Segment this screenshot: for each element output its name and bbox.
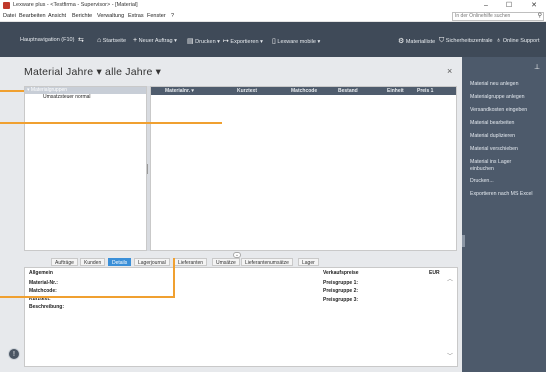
label-materialnr: Material-Nr.: [29,280,58,286]
online-support-label: Online Support [502,38,540,44]
column-materialnr[interactable]: Materialnr. ▾ [165,88,194,94]
start-page-button[interactable]: ⌂ Startseite [97,37,126,44]
security-center-button[interactable]: ⛉ Sicherheitszentrale [439,37,493,45]
window-title: Lexware plus - <Testfirma - Supervisor> … [13,2,138,8]
info-icon[interactable]: ! [8,348,20,360]
tab-umsaetze[interactable]: Umsätze [212,258,240,266]
material-group-tree: ▾ Materialgruppen Umsatzsteuer normal [24,86,147,251]
tab-lager[interactable]: Lager [298,258,319,266]
shield-icon: ⛉ [439,37,445,44]
column-einheit[interactable]: Einheit [387,88,404,94]
main-toolbar: Hauptnavigation (F10) ⇆ ⌂ Startseite + N… [0,22,546,57]
material-list-label: Materialliste [405,39,436,45]
new-order-button[interactable]: + Neuer Auftrag ▾ [133,37,177,44]
label-matchcode: Matchcode: [29,288,57,294]
scroll-down-icon[interactable]: ﹀ [447,351,453,360]
tree-root-material-groups[interactable]: ▾ Materialgruppen [25,87,146,94]
menu-help[interactable]: ? [171,13,174,19]
action-material-neu-anlegen[interactable]: Material neu anlegen [470,81,518,88]
new-order-label: Neuer Auftrag [138,38,173,44]
lexware-mobile-label: Lexware mobile [277,39,316,45]
close-window-button[interactable]: ✕ [526,1,542,10]
action-material-duplizieren[interactable]: Material duplizieren [470,133,515,140]
column-matchcode[interactable]: Matchcode [291,88,317,94]
column-materialnr-label: Materialnr. [165,88,191,94]
label-currency: EUR [429,270,440,276]
menu-bearbeiten[interactable]: Bearbeiten [19,13,46,19]
search-icon[interactable]: ⚲ [538,13,542,20]
column-preis1[interactable]: Preis 1 [417,88,433,94]
menu-ansicht[interactable]: Ansicht [48,13,66,19]
section-verkaufspreise: Verkaufspreise [323,270,359,276]
lexware-mobile-button[interactable]: ▯ Lexware mobile ▾ [272,37,320,45]
tab-lagerjournal[interactable]: Lagerjournal [134,258,170,266]
action-drucken[interactable]: Drucken... [470,178,494,185]
action-material-bearbeiten[interactable]: Material bearbeiten [470,120,514,127]
panel-title[interactable]: Material Jahre ▾ alle Jahre ▾ [24,66,161,78]
gear-icon: ⚙ [398,38,405,45]
tab-details[interactable]: Details [108,258,132,266]
menu-fenster[interactable]: Fenster [147,13,166,19]
detail-tabs: Aufträge Kunden Details Lagerjournal Lie… [24,258,458,267]
maximize-button[interactable]: ☐ [501,1,517,10]
tree-root-label: Materialgruppen [30,87,68,93]
tree-item-umsatzsteuer-normal[interactable]: Umsatzsteuer normal [25,94,146,101]
minimize-button[interactable]: – [478,1,494,10]
back-forward-icon[interactable]: ⇆ [78,36,84,44]
action-material-einbuchen[interactable]: Material ins Lager einbuchen [470,159,534,173]
label-preisgruppe-3: Preisgruppe 3: [323,297,359,303]
security-center-label: Sicherheitszentrale [445,38,493,44]
callout-line-detail [0,296,174,298]
label-preisgruppe-1: Preisgruppe 1: [323,280,359,286]
printer-icon: ▤ [187,38,194,45]
action-versandkosten-eingeben[interactable]: Versandkosten eingeben [470,107,527,114]
action-material-verschieben[interactable]: Material verschieben [470,146,518,153]
callout-line-tree [0,90,24,92]
close-panel-button[interactable]: × [447,66,452,76]
export-button[interactable]: ↦ Exportieren ▾ [223,37,263,45]
home-icon: ⌂ [97,37,102,44]
help-search-placeholder: In der Onlinehilfe suchen [455,13,511,19]
callout-line-detail-vertical [173,258,175,298]
menu-datei[interactable]: Datei [3,13,16,19]
label-preisgruppe-2: Preisgruppe 2: [323,288,359,294]
menu-verwaltung[interactable]: Verwaltung [97,13,124,19]
print-button[interactable]: ▤ Drucken ▾ [187,37,220,45]
column-bestand[interactable]: Bestand [338,88,358,94]
mobile-icon: ▯ [272,38,276,45]
title-bar: Lexware plus - <Testfirma - Supervisor> … [0,0,546,11]
callout-line-grid [0,122,222,124]
tab-lieferantenumsaetze[interactable]: Lieferantenumsätze [241,258,293,266]
material-list-button[interactable]: ⚙ Materialliste [398,37,435,45]
main-navigation-button[interactable]: Hauptnavigation (F10) [20,37,74,43]
tab-lieferanten[interactable]: Lieferanten [174,258,208,266]
label-beschreibung: Beschreibung: [29,304,65,310]
tab-auftraege[interactable]: Aufträge [51,258,78,266]
column-kurztext[interactable]: Kurztext [237,88,257,94]
pin-icon[interactable]: ⊥ [534,63,540,71]
detail-pane: Allgemein Material-Nr.: Matchcode: Kurzt… [24,267,458,367]
plus-icon: + [133,37,138,44]
action-export-excel[interactable]: Exportieren nach MS Excel [470,191,533,198]
start-page-label: Startseite [102,38,126,44]
section-allgemein: Allgemein [29,270,53,276]
export-label: Exportieren [230,39,259,45]
grid-header: Materialnr. ▾ Kurztext Matchcode Bestand… [151,87,456,95]
menu-berichte[interactable]: Berichte [72,13,92,19]
scroll-up-icon[interactable]: ︿ [447,274,453,283]
menu-extras[interactable]: Extras [128,13,144,19]
action-panel: ⊥ Material neu anlegen Materialgruppe an… [462,57,546,372]
help-search-input[interactable]: In der Onlinehilfe suchen ⚲ [452,12,544,21]
menu-bar: Datei Bearbeiten Ansicht Berichte Verwal… [0,11,546,22]
app-logo-icon [3,2,10,9]
action-materialgruppe-anlegen[interactable]: Materialgruppe anlegen [470,94,525,101]
print-label: Drucken [195,39,216,45]
tab-kunden[interactable]: Kunden [80,258,106,266]
export-icon: ↦ [223,38,229,45]
panel-resize-handle[interactable] [462,235,465,247]
material-grid: Materialnr. ▾ Kurztext Matchcode Bestand… [150,86,457,251]
online-support-button[interactable]: ♁ Online Support [496,37,539,44]
lightbulb-icon: ♁ [496,37,502,44]
